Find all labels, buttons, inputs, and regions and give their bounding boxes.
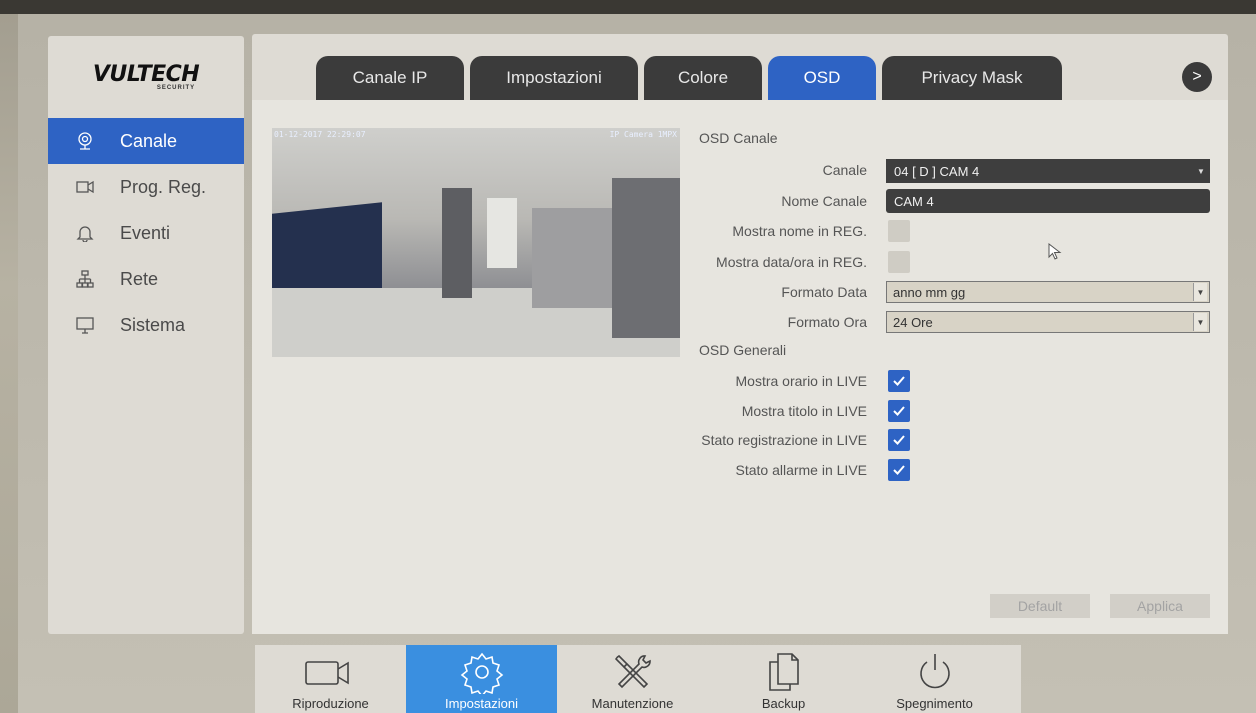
tab-osd[interactable]: OSD [768,56,876,100]
sidebar-item-sistema[interactable]: Sistema [48,302,244,348]
monitor-bezel [0,0,1256,14]
bottom-dock: Riproduzione Impostazioni Manutenzione B… [255,645,1021,713]
dock-item-impostazioni[interactable]: Impostazioni [406,645,557,713]
checkmark-icon [893,465,905,475]
dock-item-riproduzione[interactable]: Riproduzione [255,645,406,713]
dock-item-manutenzione[interactable]: Manutenzione [557,645,708,713]
dock-item-label: Spegnimento [896,696,973,711]
chevron-down-icon: ▼ [1197,166,1205,176]
nome-canale-label: Nome Canale [781,193,867,209]
stato-registrazione-live-label: Stato registrazione in LIVE [701,432,867,448]
mostra-titolo-live-label: Mostra titolo in LIVE [741,403,867,419]
mostra-orario-live-checkbox[interactable] [888,370,910,392]
sidebar-nav: Canale Prog. Reg. Eventi Rete Sistema [48,118,244,348]
chevron-down-icon: ▼ [1193,313,1207,331]
dock-item-backup[interactable]: Backup [708,645,859,713]
formato-ora-select[interactable]: 24 Ore ▼ [886,311,1210,333]
camera-preview: 01-12-2017 22:29:07 IP Camera 1MPX [272,128,680,357]
tab-privacy-mask[interactable]: Privacy Mask [882,56,1062,100]
stato-allarme-live-checkbox[interactable] [888,459,910,481]
sidebar-item-prog-reg[interactable]: Prog. Reg. [48,164,244,210]
mostra-orario-live-label: Mostra orario in LIVE [735,373,868,389]
mostra-data-reg-label: Mostra data/ora in REG. [716,254,867,270]
stato-allarme-live-label: Stato allarme in LIVE [735,462,867,478]
dock-item-label: Backup [761,696,806,711]
chevron-right-icon: > [1192,68,1202,85]
mouse-cursor-icon [1048,243,1062,260]
monitor-icon [76,316,94,334]
documents-icon [764,648,804,696]
gear-icon [460,648,504,696]
tabs-next-button[interactable]: > [1182,62,1212,92]
dock-item-label: Riproduzione [292,696,369,711]
sidebar-item-label: Canale [120,130,178,151]
dock-item-spegnimento[interactable]: Spegnimento [859,645,1010,713]
sidebar-item-rete[interactable]: Rete [48,256,244,302]
tools-icon [611,648,655,696]
vultech-logo: VULTECH SECURITY [48,36,244,116]
sidebar-item-eventi[interactable]: Eventi [48,210,244,256]
logo-subtext: SECURITY [156,84,196,91]
formato-data-label: Formato Data [781,284,867,300]
video-camera-icon [304,648,358,696]
default-button[interactable]: Default [990,594,1090,618]
tab-impostazioni[interactable]: Impostazioni [470,56,638,100]
tab-bar: Canale IP Impostazioni Colore OSD Privac… [316,56,1068,100]
section-title-osd-generali: OSD Generali [699,342,787,358]
sidebar-item-label: Rete [120,268,159,289]
power-icon [913,648,957,696]
tab-canale-ip[interactable]: Canale IP [316,56,464,100]
mostra-nome-reg-checkbox[interactable] [888,220,910,242]
mostra-nome-reg-label: Mostra nome in REG. [732,223,867,239]
checkmark-icon [893,435,905,445]
tab-colore[interactable]: Colore [644,56,762,100]
video-camera-icon [76,178,94,196]
sidebar-item-label: Eventi [120,222,171,243]
canale-label: Canale [822,162,867,178]
sidebar-item-label: Sistema [120,314,186,335]
sidebar-item-canale[interactable]: Canale [48,118,244,164]
formato-ora-label: Formato Ora [787,314,867,330]
mostra-titolo-live-checkbox[interactable] [888,400,910,422]
network-icon [76,270,94,288]
mostra-data-reg-checkbox[interactable] [888,251,910,273]
checkmark-icon [893,376,905,386]
formato-data-select[interactable]: anno mm gg ▼ [886,281,1210,303]
preview-timestamp[interactable]: 01-12-2017 22:29:07 [274,130,366,139]
dock-item-label: Impostazioni [445,696,518,711]
bell-icon [76,224,94,242]
sidebar-item-label: Prog. Reg. [120,176,207,197]
canale-select[interactable]: 04 [ D ] CAM 4 ▼ [886,159,1210,183]
preview-camera-title[interactable]: IP Camera 1MPX [610,130,677,139]
nome-canale-input[interactable]: CAM 4 [886,189,1210,213]
checkmark-icon [893,406,905,416]
stato-registrazione-live-checkbox[interactable] [888,429,910,451]
logo-text: VULTECH [92,61,200,87]
webcam-icon [76,132,94,150]
dock-item-label: Manutenzione [591,696,674,711]
section-title-osd-canale: OSD Canale [699,130,778,146]
chevron-down-icon: ▼ [1193,283,1207,301]
apply-button[interactable]: Applica [1110,594,1210,618]
sidebar: VULTECH SECURITY Canale Prog. Reg. Event… [48,36,244,634]
